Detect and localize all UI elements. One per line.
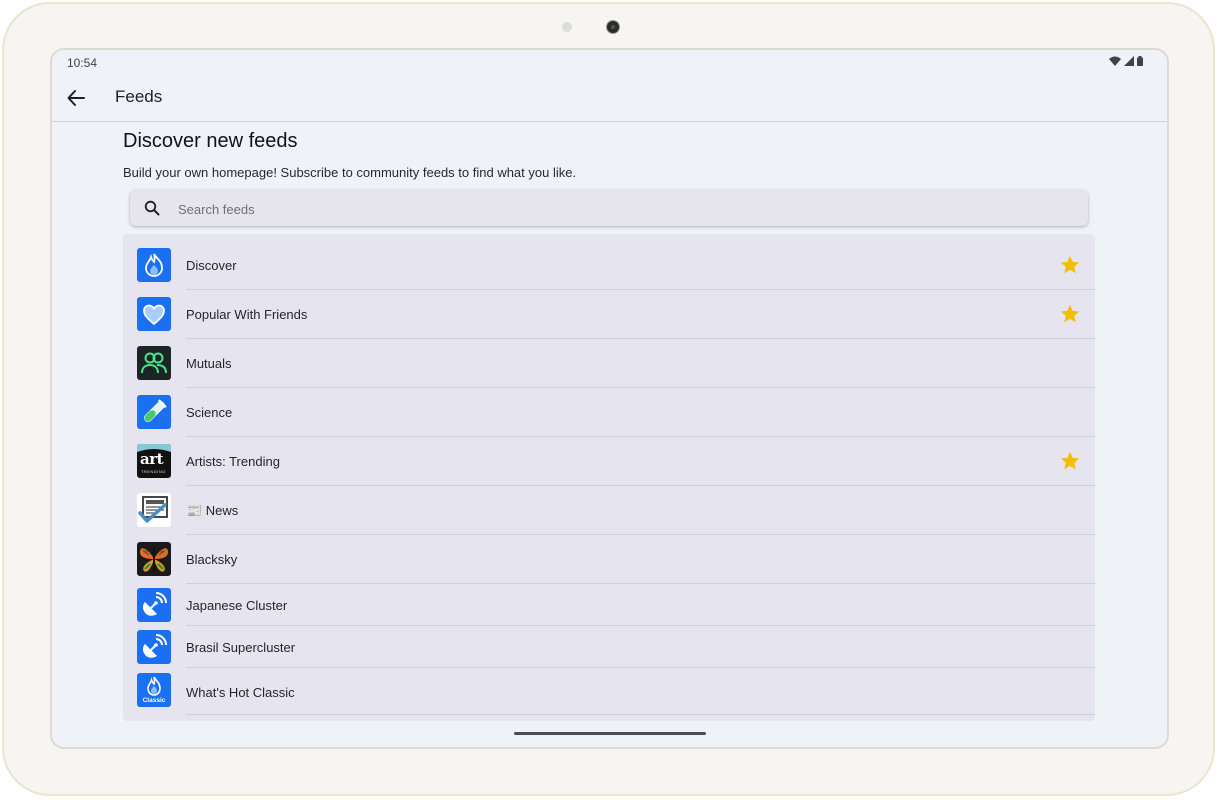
navigation-gesture-bar[interactable] — [514, 732, 706, 735]
feed-item-discover[interactable]: Discover — [123, 234, 1095, 290]
feed-name: Japanese Cluster — [186, 598, 288, 613]
search-input[interactable] — [176, 190, 1060, 228]
star-icon[interactable] — [1059, 254, 1081, 276]
status-time: 10:54 — [67, 56, 98, 70]
feed-name: Popular With Friends — [186, 307, 308, 322]
feed-name: Brasil Supercluster — [186, 640, 296, 655]
search-icon — [144, 200, 160, 216]
feed-list: Discover Popular With Friends Mutuals Sc… — [123, 234, 1095, 721]
search-bar[interactable] — [130, 190, 1088, 228]
feed-item-japanese-cluster[interactable]: Japanese Cluster — [123, 584, 1095, 626]
battery-icon — [1137, 56, 1143, 66]
cell-signal-icon — [1124, 56, 1134, 66]
arrow-left-icon — [67, 90, 85, 106]
feed-item-science[interactable]: Science — [123, 388, 1095, 437]
feed-item-brasil-supercluster[interactable]: Brasil Supercluster — [123, 626, 1095, 668]
butterfly-pattern-icon — [137, 542, 171, 576]
feed-name: Science — [186, 405, 233, 420]
satellite-icon — [137, 588, 171, 622]
feed-name: Artists: Trending — [186, 454, 280, 469]
people-icon — [137, 346, 171, 380]
section-subtitle: Build your own homepage! Subscribe to co… — [123, 165, 577, 180]
art-logo-subtext: TRENDING — [141, 469, 166, 474]
sensor-dot — [562, 22, 572, 32]
app-bar: Feeds — [52, 76, 1167, 122]
feed-item-popular-with-friends[interactable]: Popular With Friends — [123, 290, 1095, 339]
feed-item-artists-trending[interactable]: art TRENDING Artists: Trending — [123, 437, 1095, 486]
status-bar: 10:54 — [52, 50, 1167, 76]
feed-name: Blacksky — [186, 552, 238, 567]
feed-item-blacksky[interactable]: Blacksky — [123, 535, 1095, 584]
classic-icon-label: Classic — [142, 697, 166, 704]
feed-name: 📰 News — [186, 503, 239, 518]
art-logo-text: art — [140, 450, 164, 468]
back-button[interactable] — [64, 86, 88, 110]
feed-item-whats-hot-classic[interactable]: Classic What's Hot Classic — [123, 668, 1095, 718]
heart-icon — [137, 297, 171, 331]
divider — [186, 714, 1095, 715]
star-icon[interactable] — [1059, 303, 1081, 325]
art-logo-icon: art TRENDING — [137, 444, 171, 478]
feed-item-mutuals[interactable]: Mutuals — [123, 339, 1095, 388]
front-camera — [606, 20, 620, 34]
status-icons — [1109, 56, 1143, 66]
screen: 10:54 Feeds Discover new feeds Build you… — [50, 48, 1169, 749]
feed-name: Discover — [186, 258, 237, 273]
section-heading: Discover new feeds — [123, 130, 298, 152]
satellite-icon — [137, 630, 171, 664]
feed-item-news[interactable]: 📰 News — [123, 486, 1095, 535]
flame-icon — [137, 248, 171, 282]
feed-name: Mutuals — [186, 356, 232, 371]
wifi-icon — [1109, 56, 1121, 66]
newspaper-check-icon — [137, 493, 171, 527]
test-tube-icon — [137, 395, 171, 429]
star-icon[interactable] — [1059, 450, 1081, 472]
feed-name: What's Hot Classic — [186, 685, 295, 700]
flame-classic-icon: Classic — [137, 673, 171, 707]
page-title: Feeds — [115, 87, 163, 106]
